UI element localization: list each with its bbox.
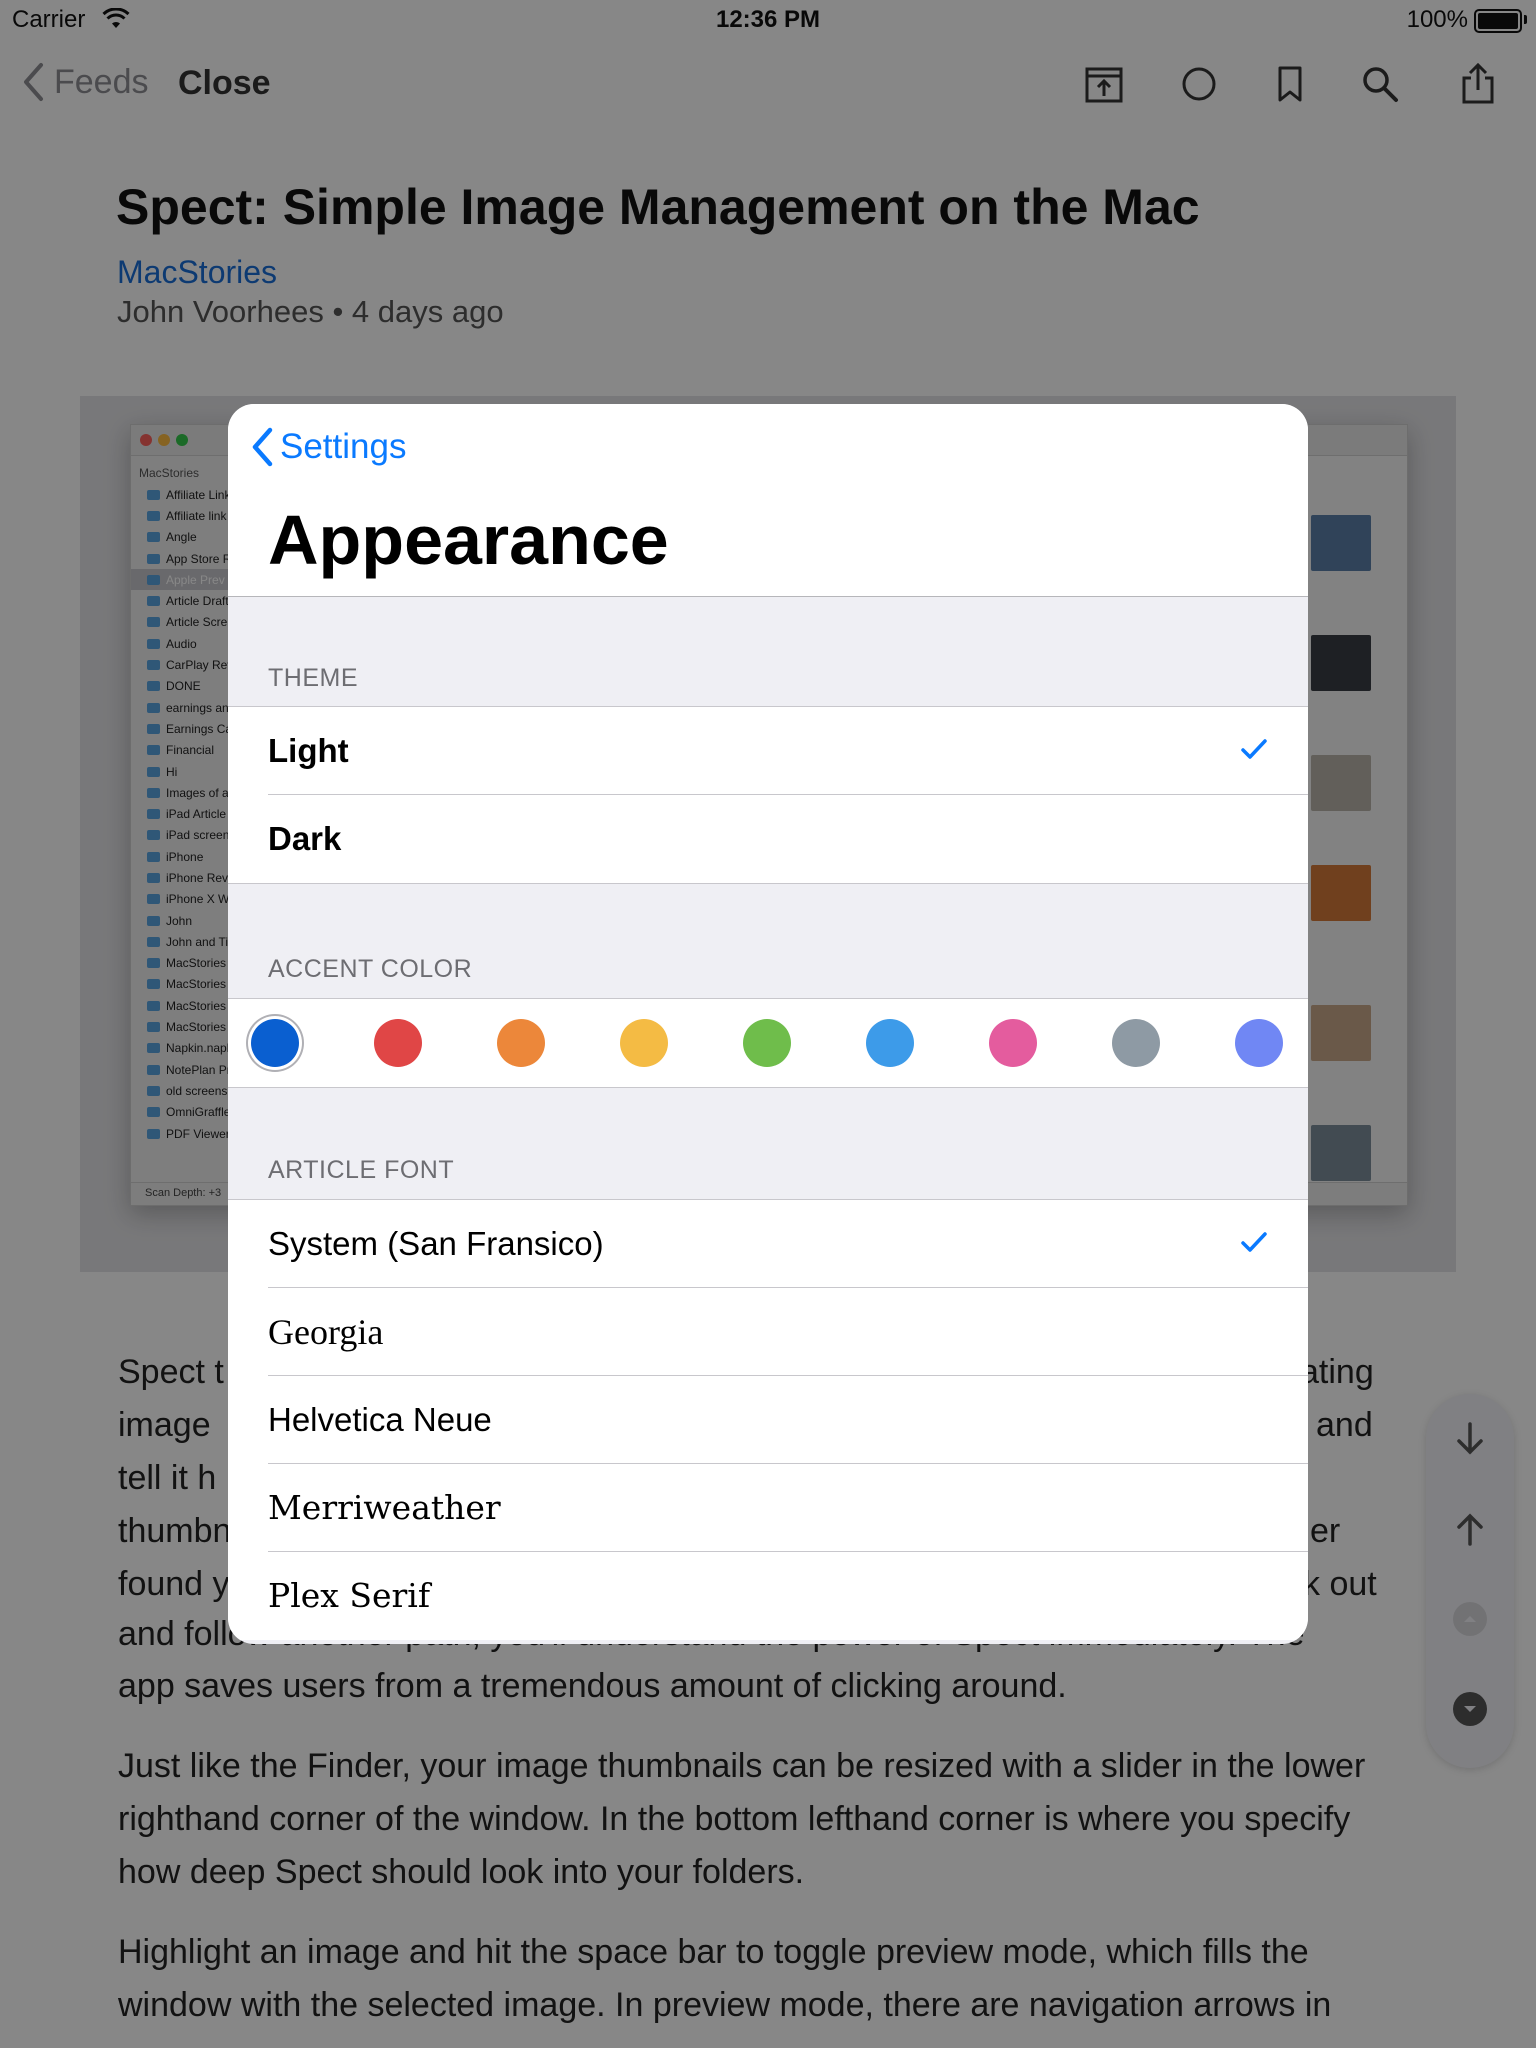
accent-color-picker bbox=[228, 999, 1308, 1087]
theme-option-dark[interactable]: Dark bbox=[228, 795, 1308, 883]
accent-color-swatch[interactable] bbox=[251, 1019, 299, 1067]
accent-color-swatch[interactable] bbox=[989, 1019, 1037, 1067]
font-group: System (San Fransico) Georgia Helvetica … bbox=[228, 1199, 1308, 1640]
back-to-settings-button[interactable]: Settings bbox=[250, 426, 406, 468]
option-label: Dark bbox=[268, 820, 342, 857]
accent-color-swatch[interactable] bbox=[743, 1019, 791, 1067]
option-label: System (San Fransico) bbox=[268, 1225, 604, 1262]
appearance-popover: Settings Appearance THEME Light Dark ACC… bbox=[228, 404, 1308, 1644]
font-section-label: ARTICLE FONT bbox=[268, 1156, 455, 1184]
font-option-merriweather[interactable]: Merriweather bbox=[228, 1464, 1308, 1552]
option-label: Plex Serif bbox=[268, 1576, 431, 1615]
checkmark-icon bbox=[1240, 1230, 1268, 1259]
option-label: Merriweather bbox=[268, 1488, 501, 1527]
font-option-georgia[interactable]: Georgia bbox=[228, 1288, 1308, 1376]
option-label: Light bbox=[268, 732, 349, 769]
checkmark-icon bbox=[1240, 737, 1268, 766]
theme-group: Light Dark bbox=[228, 706, 1308, 884]
option-label: Georgia bbox=[268, 1312, 384, 1352]
accent-color-swatch[interactable] bbox=[1235, 1019, 1283, 1067]
accent-color-swatch[interactable] bbox=[620, 1019, 668, 1067]
accent-section-label: ACCENT COLOR bbox=[268, 955, 473, 983]
accent-color-swatch[interactable] bbox=[866, 1019, 914, 1067]
accent-color-swatch[interactable] bbox=[1112, 1019, 1160, 1067]
font-option-plex-serif[interactable]: Plex Serif bbox=[228, 1552, 1308, 1640]
theme-section-label: THEME bbox=[268, 664, 358, 692]
popover-header: Settings Appearance bbox=[228, 404, 1308, 597]
accent-color-group bbox=[228, 998, 1308, 1088]
theme-option-light[interactable]: Light bbox=[228, 707, 1308, 795]
font-option-helvetica-neue[interactable]: Helvetica Neue bbox=[228, 1376, 1308, 1464]
back-label: Settings bbox=[280, 427, 407, 466]
option-label: Helvetica Neue bbox=[268, 1401, 492, 1438]
accent-color-swatch[interactable] bbox=[374, 1019, 422, 1067]
chevron-left-icon bbox=[252, 427, 273, 467]
accent-color-swatch[interactable] bbox=[497, 1019, 545, 1067]
popover-title: Appearance bbox=[268, 501, 669, 579]
font-option-system[interactable]: System (San Fransico) bbox=[228, 1200, 1308, 1288]
